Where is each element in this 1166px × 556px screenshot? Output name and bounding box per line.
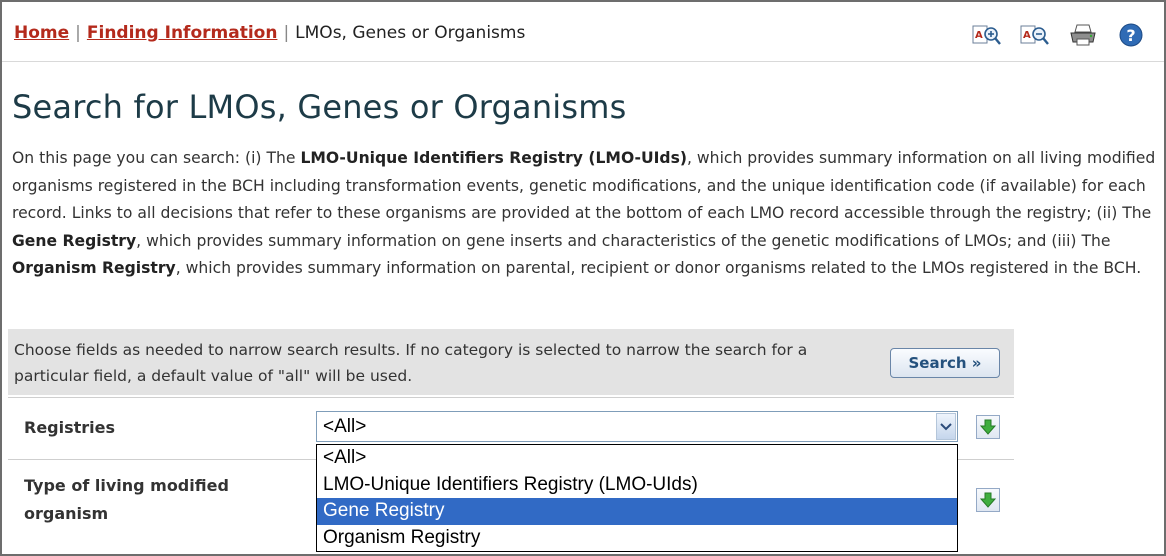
- breadcrumb-current: LMOs, Genes or Organisms: [295, 23, 526, 43]
- dropdown-option-organism-registry[interactable]: Organism Registry: [317, 525, 957, 552]
- zoom-in-icon[interactable]: A: [972, 22, 1002, 48]
- breadcrumb-finding-information-link[interactable]: Finding Information: [87, 23, 278, 43]
- intro-paragraph: On this page you can search: (i) The LMO…: [12, 145, 1158, 283]
- page-frame: Home | Finding Information | LMOs, Genes or …: [0, 0, 1166, 556]
- registries-dropdown-list: <All> LMO-Unique Identifiers Registry (L…: [316, 444, 958, 552]
- breadcrumb: Home | Finding Information | LMOs, Genes or …: [14, 23, 525, 43]
- intro-text: , which provides summary information on …: [175, 259, 1142, 277]
- intro-gene-registry-name: Gene Registry: [12, 231, 137, 250]
- lmo-type-label: Type of living modified organism: [24, 476, 229, 523]
- breadcrumb-separator: |: [75, 23, 81, 43]
- chevron-down-icon[interactable]: [936, 413, 956, 440]
- top-bar: Home | Finding Information | LMOs, Genes or …: [2, 2, 1164, 62]
- registries-label: Registries: [24, 418, 116, 437]
- add-lmo-type-button[interactable]: [976, 488, 1000, 512]
- registries-select[interactable]: <All>: [316, 411, 958, 442]
- dropdown-option-gene-registry[interactable]: Gene Registry: [317, 498, 957, 525]
- zoom-out-icon[interactable]: A: [1020, 22, 1050, 48]
- arrow-down-icon: [979, 419, 997, 435]
- svg-text:?: ?: [1126, 26, 1135, 45]
- breadcrumb-home-link[interactable]: Home: [14, 23, 69, 43]
- page-title: Search for LMOs, Genes or Organisms: [12, 88, 627, 126]
- arrow-down-icon: [979, 492, 997, 508]
- breadcrumb-separator: |: [283, 23, 290, 43]
- add-registries-button[interactable]: [976, 415, 1000, 439]
- dropdown-option-lmo-uids[interactable]: LMO-Unique Identifiers Registry (LMO-UId…: [317, 472, 957, 499]
- dropdown-option-all[interactable]: <All>: [317, 445, 957, 472]
- intro-organism-registry-name: Organism Registry: [12, 259, 176, 277]
- search-button[interactable]: Search »: [890, 348, 1000, 378]
- help-icon[interactable]: ?: [1116, 22, 1146, 48]
- svg-text:A: A: [975, 30, 983, 41]
- svg-text:A: A: [1023, 30, 1031, 41]
- intro-lmo-registry-name: LMO-Unique Identifiers Registry (LMO-UId…: [300, 149, 688, 167]
- registries-select-value: <All>: [323, 415, 367, 437]
- search-hint-bar: Choose fields as needed to narrow search…: [8, 329, 1014, 395]
- intro-text: , which provides summary information on …: [136, 231, 1111, 250]
- toolbar: A A ?: [972, 22, 1146, 48]
- intro-text: On this page you can search: (i) The: [12, 149, 301, 167]
- search-hint-text: Choose fields as needed to narrow search…: [14, 341, 808, 385]
- print-icon[interactable]: [1068, 22, 1098, 48]
